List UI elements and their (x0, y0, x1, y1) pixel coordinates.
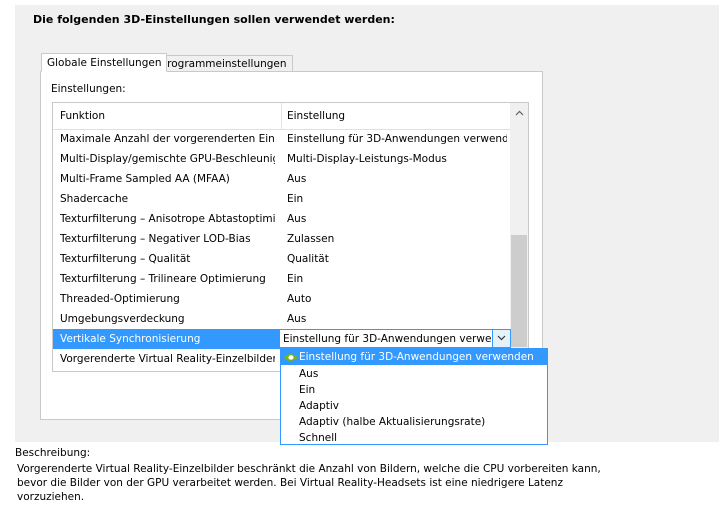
dropdown-option-label: Schnell (299, 432, 338, 444)
tab-program-settings[interactable]: Programmeinstellungen (155, 55, 293, 72)
tab-global-settings[interactable]: Globale Einstellungen (41, 53, 168, 72)
column-header-setting[interactable]: Einstellung (287, 110, 345, 122)
setting-value: Aus (287, 313, 307, 325)
setting-value: Zulassen (287, 233, 335, 245)
dropdown-option-label: Einstellung für 3D-Anwendungen verwenden (299, 351, 534, 363)
setting-value: Ein (287, 193, 304, 205)
dropdown-option[interactable]: Ein (281, 382, 547, 398)
setting-value: Qualität (287, 253, 329, 265)
page-title: Die folgenden 3D-Einstellungen sollen ve… (33, 13, 395, 26)
dropdown-option-label: Ein (299, 384, 316, 396)
table-row[interactable]: Multi-Frame Sampled AA (MFAA) Aus (53, 169, 510, 189)
dropdown-options-list[interactable]: Einstellung für 3D-Anwendungen verwenden… (280, 348, 548, 445)
dropdown-selected-value: Einstellung für 3D-Anwendungen verwende (283, 333, 493, 345)
dropdown-option-label: Aus (299, 368, 319, 380)
dropdown-option-label: Adaptiv (299, 400, 340, 412)
dropdown-option[interactable]: Adaptiv (281, 398, 547, 414)
list-header: Funktion Einstellung (53, 103, 510, 130)
table-row[interactable]: Threaded-Optimierung Auto (53, 289, 510, 309)
settings-label: Einstellungen: (51, 83, 126, 95)
setting-name: Shadercache (60, 193, 129, 205)
setting-value: Aus (287, 173, 307, 185)
setting-name: Umgebungsverdeckung (60, 313, 185, 325)
table-row[interactable]: Shadercache Ein (53, 189, 510, 209)
dropdown-option-label: Adaptiv (halbe Aktualisierungsrate) (299, 416, 486, 428)
setting-value: Multi-Display-Leistungs-Modus (287, 153, 447, 165)
dropdown-option[interactable]: Adaptiv (halbe Aktualisierungsrate) (281, 414, 547, 430)
setting-name: Multi-Frame Sampled AA (MFAA) (60, 173, 230, 185)
setting-name: Vorgerenderte Virtual Reality-Einzelbild… (60, 353, 275, 365)
setting-name: Threaded-Optimierung (60, 293, 180, 305)
setting-value: Ein (287, 273, 304, 285)
setting-name: Maximale Anzahl der vorgerenderten Einz.… (60, 133, 275, 145)
table-row[interactable]: Maximale Anzahl der vorgerenderten Einz.… (53, 129, 510, 149)
table-row[interactable]: Multi-Display/gemischte GPU-Beschleunigu… (53, 149, 510, 169)
setting-value: Auto (287, 293, 312, 305)
scrollbar-thumb[interactable] (511, 235, 527, 347)
table-row[interactable]: Texturfilterung – Anisotrope Abtastoptim… (53, 209, 510, 229)
table-row[interactable]: Texturfilterung – Qualität Qualität (53, 249, 510, 269)
dropdown-option[interactable]: Einstellung für 3D-Anwendungen verwenden (281, 349, 547, 365)
setting-name: Texturfilterung – Negativer LOD-Bias (60, 233, 251, 245)
chevron-up-icon (515, 110, 523, 116)
description-text: Vorgerenderte Virtual Reality-Einzelbild… (17, 463, 601, 503)
column-divider[interactable] (281, 103, 282, 129)
table-row[interactable]: Texturfilterung – Negativer LOD-Bias Zula… (53, 229, 510, 249)
chevron-down-icon (497, 335, 506, 341)
setting-name: Multi-Display/gemischte GPU-Beschleunigu… (60, 153, 275, 165)
vsync-setting-dropdown[interactable]: Einstellung für 3D-Anwendungen verwende (279, 329, 511, 348)
nvidia-logo-icon (284, 354, 298, 361)
setting-value: Einstellung für 3D-Anwendungen verwenden (287, 133, 507, 145)
table-row[interactable]: Umgebungsverdeckung Aus (53, 309, 510, 329)
dropdown-option[interactable]: Schnell (281, 430, 547, 446)
table-row[interactable]: Texturfilterung – Trilineare Optimierung… (53, 269, 510, 289)
dropdown-option[interactable]: Aus (281, 366, 547, 382)
setting-name: Vertikale Synchronisierung (60, 333, 201, 345)
vertical-scrollbar[interactable] (510, 103, 528, 371)
dropdown-toggle-button[interactable] (492, 330, 510, 347)
setting-name: Texturfilterung – Qualität (60, 253, 191, 265)
scroll-up-button[interactable] (510, 103, 528, 123)
setting-name: Texturfilterung – Trilineare Optimierung (60, 273, 266, 285)
setting-value: Aus (287, 213, 307, 225)
description-label: Beschreibung: (15, 447, 91, 459)
column-header-function[interactable]: Funktion (60, 110, 105, 122)
setting-name: Texturfilterung – Anisotrope Abtastoptim… (60, 213, 275, 225)
